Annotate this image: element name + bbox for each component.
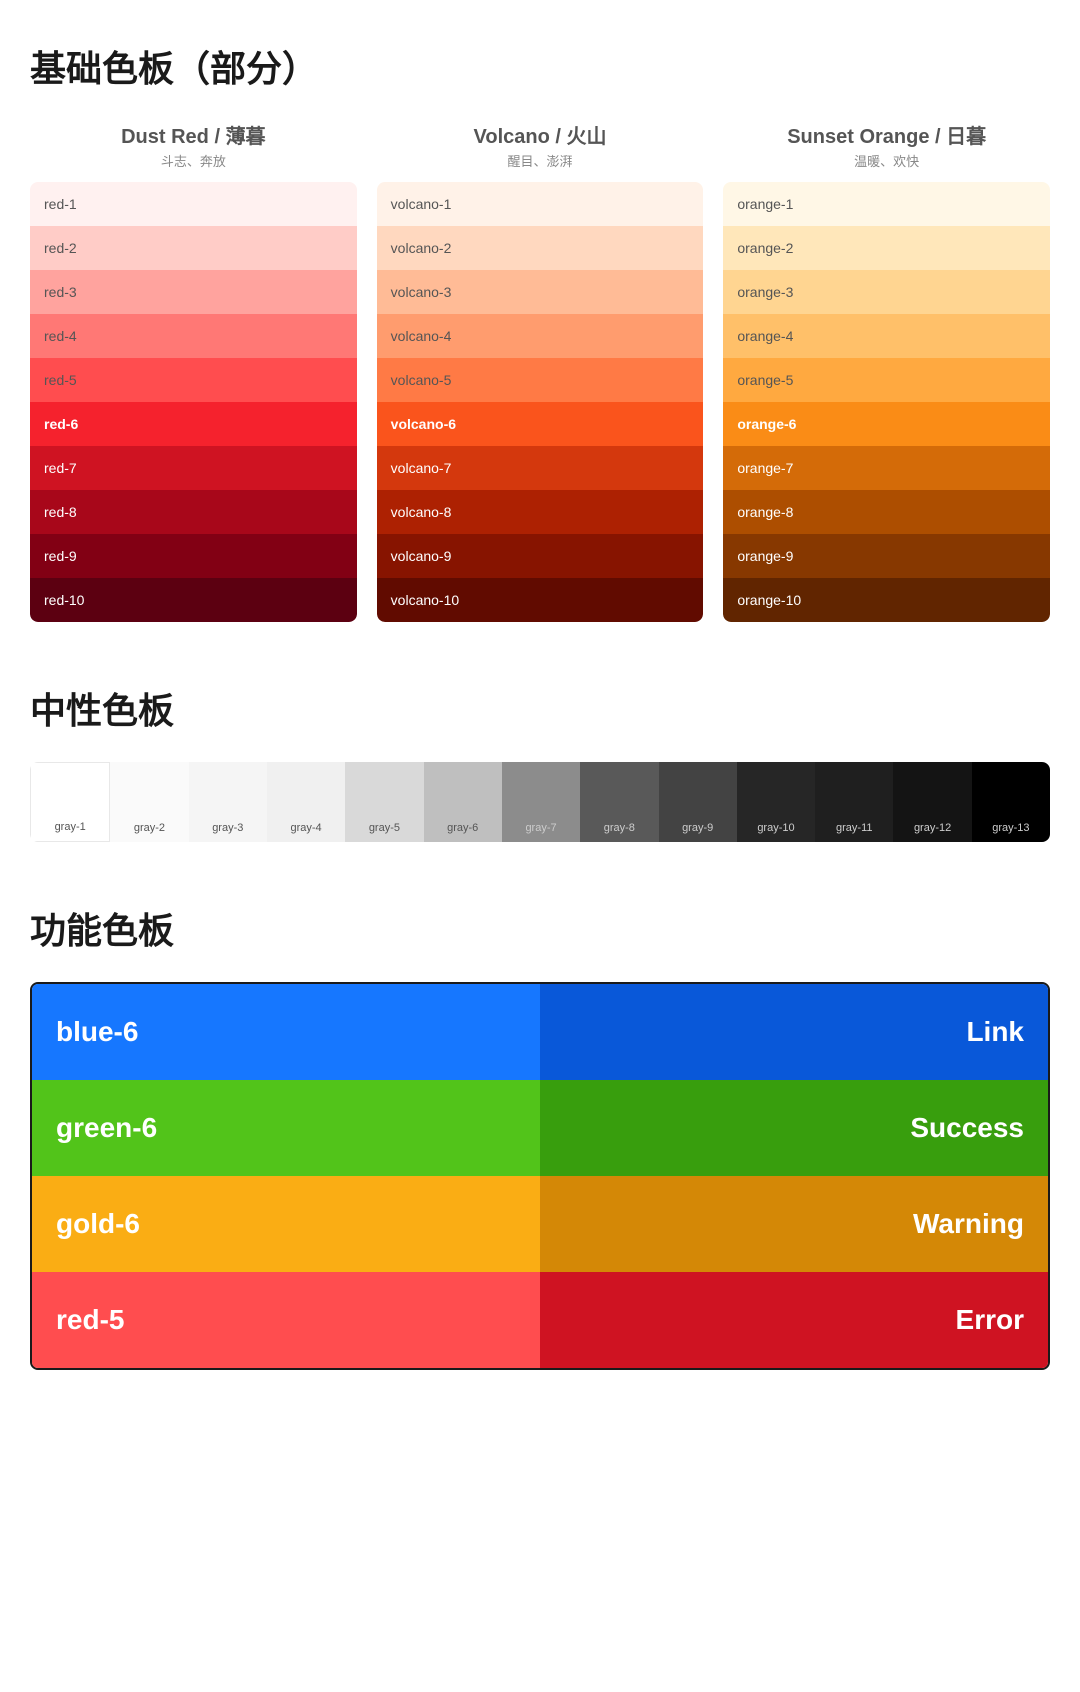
swatch-gray-4: gray-4 [267,762,345,842]
swatch-gray-1: gray-1 [30,762,110,842]
swatch-volcano-3: volcano-3 [377,270,704,314]
gray-swatches-row: gray-1gray-2gray-3gray-4gray-5gray-6gray… [30,762,1050,842]
swatch-red-10: red-10 [30,578,357,622]
swatch-gray-13: gray-13 [972,762,1050,842]
functional-left-0: blue-6 [32,984,540,1080]
swatch-red-8: red-8 [30,490,357,534]
functional-right-3: Error [540,1272,1048,1368]
swatch-gray-10: gray-10 [737,762,815,842]
swatch-volcano-1: volcano-1 [377,182,704,226]
palette-header-red: Dust Red / 薄暮斗志、奔放 [30,120,357,170]
swatch-gray-2: gray-2 [110,762,188,842]
swatches-wrapper-volcano: volcano-1volcano-2volcano-3volcano-4volc… [377,182,704,622]
swatch-red-9: red-9 [30,534,357,578]
palette-column-red: Dust Red / 薄暮斗志、奔放red-1red-2red-3red-4re… [30,120,357,622]
swatch-red-5: red-5 [30,358,357,402]
neutral-palette-title: 中性色板 [30,682,1050,734]
functional-grid: blue-6Linkgreen-6Successgold-6Warningred… [30,982,1050,1370]
swatches-wrapper-orange: orange-1orange-2orange-3orange-4orange-5… [723,182,1050,622]
swatch-orange-6: orange-6 [723,402,1050,446]
swatch-volcano-5: volcano-5 [377,358,704,402]
swatch-orange-2: orange-2 [723,226,1050,270]
functional-palette-title: 功能色板 [30,902,1050,954]
swatch-volcano-2: volcano-2 [377,226,704,270]
neutral-palette-container: gray-1gray-2gray-3gray-4gray-5gray-6gray… [30,762,1050,842]
functional-right-1: Success [540,1080,1048,1176]
swatch-red-4: red-4 [30,314,357,358]
swatch-orange-7: orange-7 [723,446,1050,490]
swatch-red-7: red-7 [30,446,357,490]
functional-row-0: blue-6Link [32,984,1048,1080]
palette-title-zh-volcano: 醒目、澎湃 [377,151,704,170]
swatch-gray-7: gray-7 [502,762,580,842]
swatch-orange-10: orange-10 [723,578,1050,622]
functional-row-1: green-6Success [32,1080,1048,1176]
swatch-gray-11: gray-11 [815,762,893,842]
swatch-red-6: red-6 [30,402,357,446]
palette-title-en-volcano: Volcano / 火山 [377,120,704,149]
swatch-gray-3: gray-3 [189,762,267,842]
swatch-volcano-8: volcano-8 [377,490,704,534]
swatch-red-2: red-2 [30,226,357,270]
basic-palette-container: Dust Red / 薄暮斗志、奔放red-1red-2red-3red-4re… [30,120,1050,622]
swatch-orange-5: orange-5 [723,358,1050,402]
functional-palette-container: blue-6Linkgreen-6Successgold-6Warningred… [30,982,1050,1370]
swatch-red-1: red-1 [30,182,357,226]
swatch-gray-8: gray-8 [580,762,658,842]
functional-row-2: gold-6Warning [32,1176,1048,1272]
swatch-volcano-10: volcano-10 [377,578,704,622]
basic-palette-title: 基础色板（部分） [30,40,1050,92]
swatch-gray-6: gray-6 [424,762,502,842]
swatch-orange-8: orange-8 [723,490,1050,534]
swatches-wrapper-red: red-1red-2red-3red-4red-5red-6red-7red-8… [30,182,357,622]
palette-title-zh-red: 斗志、奔放 [30,151,357,170]
functional-left-3: red-5 [32,1272,540,1368]
palette-column-orange: Sunset Orange / 日暮温暖、欢快orange-1orange-2o… [723,120,1050,622]
swatch-orange-9: orange-9 [723,534,1050,578]
functional-right-0: Link [540,984,1048,1080]
functional-row-3: red-5Error [32,1272,1048,1368]
palette-column-volcano: Volcano / 火山醒目、澎湃volcano-1volcano-2volca… [377,120,704,622]
swatch-orange-3: orange-3 [723,270,1050,314]
swatch-red-3: red-3 [30,270,357,314]
functional-right-2: Warning [540,1176,1048,1272]
palette-header-orange: Sunset Orange / 日暮温暖、欢快 [723,120,1050,170]
swatch-gray-9: gray-9 [659,762,737,842]
swatch-orange-1: orange-1 [723,182,1050,226]
swatch-volcano-7: volcano-7 [377,446,704,490]
palette-header-volcano: Volcano / 火山醒目、澎湃 [377,120,704,170]
swatch-orange-4: orange-4 [723,314,1050,358]
palette-title-zh-orange: 温暖、欢快 [723,151,1050,170]
swatch-volcano-4: volcano-4 [377,314,704,358]
swatch-volcano-9: volcano-9 [377,534,704,578]
functional-left-1: green-6 [32,1080,540,1176]
palette-title-en-red: Dust Red / 薄暮 [30,120,357,149]
swatch-gray-12: gray-12 [893,762,971,842]
swatch-volcano-6: volcano-6 [377,402,704,446]
palette-title-en-orange: Sunset Orange / 日暮 [723,120,1050,149]
swatch-gray-5: gray-5 [345,762,423,842]
functional-left-2: gold-6 [32,1176,540,1272]
